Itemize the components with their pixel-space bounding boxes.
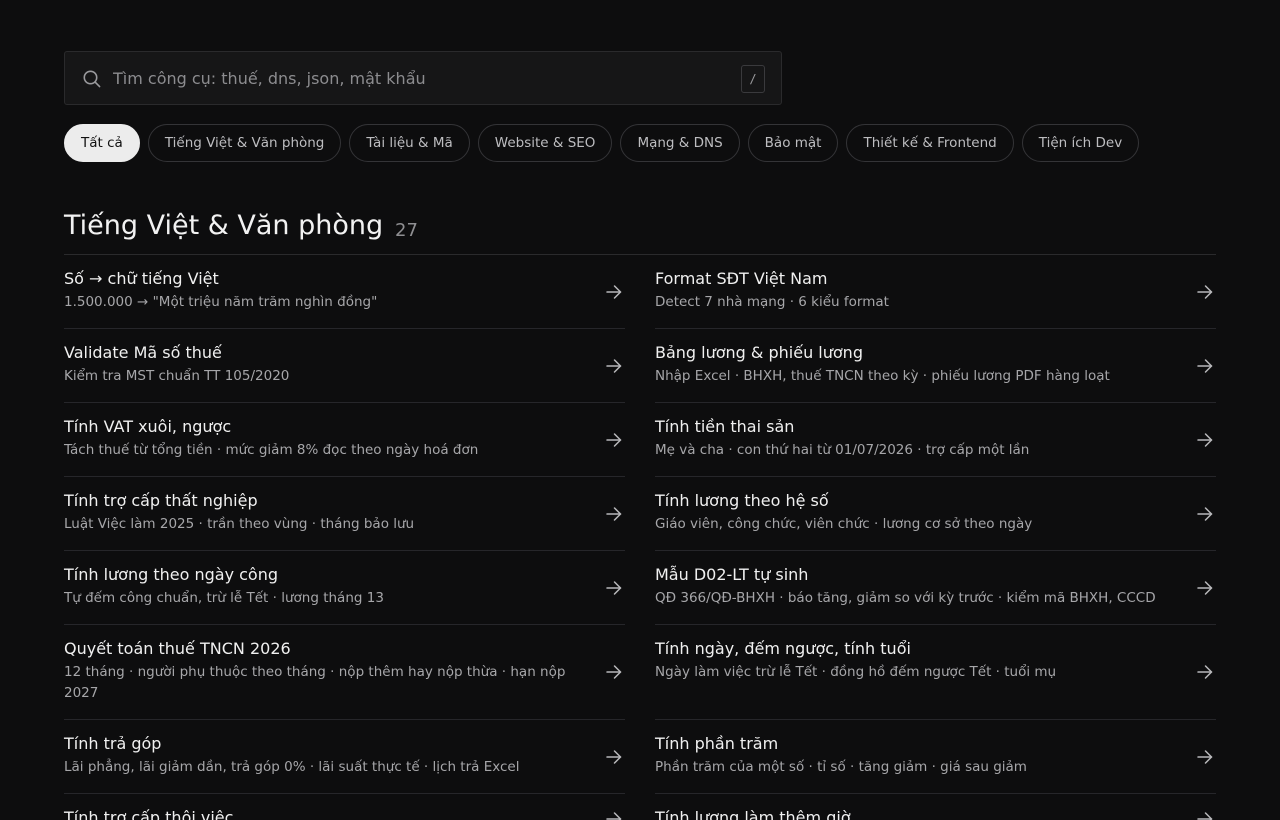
filter-chip[interactable]: Thiết kế & Frontend: [846, 124, 1014, 162]
tool-item[interactable]: Format SĐT Việt Nam Detect 7 nhà mạng · 6…: [655, 255, 1216, 329]
tool-title: Tính lương theo ngày công: [64, 565, 279, 584]
search-input[interactable]: [113, 52, 723, 104]
tool-item[interactable]: Tính lương theo hệ số Giáo viên, công chứ…: [655, 477, 1216, 551]
tool-title: Validate Mã số thuế: [64, 343, 222, 362]
tool-item[interactable]: Số → chữ tiếng Việt 1.500.000 → "Một triệ…: [64, 255, 625, 329]
arrow-right-icon: [1197, 665, 1213, 679]
arrow-right-icon: [1197, 432, 1213, 447]
section-title: Tiếng Việt & Văn phòng: [64, 210, 384, 241]
tool-item[interactable]: Mẫu D02-LT tự sinh QĐ 366/QĐ-BHXH · báo t…: [655, 551, 1216, 625]
tool-description: Kiểm tra MST chuẩn TT 105/2020: [64, 368, 290, 384]
tool-directory-page: / Tất cảTiếng Việt & Văn phòngTài liệu &…: [0, 0, 1280, 820]
filter-chip[interactable]: Bảo mật: [747, 124, 839, 162]
tool-title: Tính lương theo hệ số: [655, 491, 829, 510]
tool-item[interactable]: Bảng lương & phiếu lương Nhập Excel · BHX…: [655, 329, 1216, 403]
arrow-right-icon: [606, 358, 622, 373]
tool-title: Tính trả góp: [64, 734, 162, 753]
tool-title: Tính tiền thai sản: [655, 417, 795, 436]
section-count-badge: 27: [395, 220, 418, 241]
filter-chip[interactable]: Tài liệu & Mã: [349, 124, 470, 162]
tool-description: Phần trăm của một số · tỉ số · tăng giảm…: [655, 759, 1027, 775]
tool-item[interactable]: Tính trợ cấp thất nghiệp Luật Việc làm 20…: [64, 477, 625, 551]
section-header: Tiếng Việt & Văn phòng 27: [64, 206, 1216, 255]
tool-item[interactable]: Tính lương làm thêm giờ: [655, 794, 1216, 820]
arrow-right-icon: [606, 432, 622, 447]
tool-description: 12 tháng · người phụ thuộc theo tháng · …: [64, 664, 566, 701]
tool-title: Format SĐT Việt Nam: [655, 269, 828, 288]
arrow-right-icon: [606, 506, 622, 521]
tool-description: Tự đếm công chuẩn, trừ lễ Tết · lương th…: [64, 590, 384, 606]
tool-title: Tính trợ cấp thôi việc: [64, 808, 234, 820]
tool-description: Mẹ và cha · con thứ hai từ 01/07/2026 · …: [655, 442, 1030, 458]
tool-item[interactable]: Tính phần trăm Phần trăm của một số · tỉ …: [655, 720, 1216, 794]
arrow-right-icon: [606, 749, 622, 764]
arrow-right-icon: [1197, 284, 1213, 299]
arrow-right-icon: [1197, 506, 1213, 521]
tool-description: Nhập Excel · BHXH, thuế TNCN theo kỳ · p…: [655, 368, 1110, 384]
category-filter-bar: Tất cả Tiếng Việt & Văn phòng Tài liệu & M…: [64, 124, 1140, 162]
arrow-right-icon: [1197, 580, 1213, 595]
filter-chip[interactable]: Tiếng Việt & Văn phòng: [147, 124, 342, 162]
tool-item[interactable]: Validate Mã số thuế Kiểm tra MST chuẩn TT…: [64, 329, 625, 403]
tool-item[interactable]: Tính VAT xuôi, ngược Tách thuế từ tổng ti…: [64, 403, 625, 477]
tool-title: Quyết toán thuế TNCN 2026: [64, 639, 291, 658]
tool-description: Giáo viên, công chức, viên chức · lương …: [655, 516, 1033, 532]
keyboard-shortcut-badge: /: [741, 65, 765, 93]
search-box[interactable]: /: [64, 51, 782, 105]
arrow-right-icon: [606, 284, 622, 299]
tool-title: Tính phần trăm: [655, 734, 779, 753]
tool-title: Tính lương làm thêm giờ: [655, 808, 851, 820]
tool-title: Mẫu D02-LT tự sinh: [655, 565, 809, 584]
arrow-right-icon: [1197, 811, 1213, 820]
tool-title: Tính ngày, đếm ngược, tính tuổi: [655, 639, 911, 658]
tool-item[interactable]: Tính lương theo ngày công Tự đếm công chu…: [64, 551, 625, 625]
arrow-right-icon: [1197, 358, 1213, 373]
filter-chip[interactable]: Tất cả: [64, 124, 140, 162]
filter-chip[interactable]: Tiện ích Dev: [1021, 124, 1140, 162]
filter-chip[interactable]: Mạng & DNS: [620, 124, 740, 162]
search-icon: [83, 70, 101, 88]
tool-item[interactable]: Tính ngày, đếm ngược, tính tuổi Ngày làm …: [655, 625, 1216, 720]
filter-chip[interactable]: Website & SEO: [477, 124, 613, 162]
tool-description: Lãi phẳng, lãi giảm dần, trả góp 0% · lã…: [64, 759, 520, 775]
tool-description: Tách thuế từ tổng tiền · mức giảm 8% đọc…: [64, 442, 479, 458]
tool-title: Tính trợ cấp thất nghiệp: [64, 491, 258, 510]
tool-description: QĐ 366/QĐ-BHXH · báo tăng, giảm so với k…: [655, 590, 1156, 606]
tool-item[interactable]: Tính trả góp Lãi phẳng, lãi giảm dần, trả…: [64, 720, 625, 794]
tool-description: Luật Việc làm 2025 · trần theo vùng · th…: [64, 516, 415, 532]
tool-item[interactable]: Tính tiền thai sản Mẹ và cha · con thứ ha…: [655, 403, 1216, 477]
tool-title: Bảng lương & phiếu lương: [655, 343, 863, 362]
tool-description: Detect 7 nhà mạng · 6 kiểu format: [655, 294, 889, 310]
arrow-right-icon: [606, 811, 622, 820]
tool-description: Ngày làm việc trừ lễ Tết · đồng hồ đếm n…: [655, 664, 1057, 680]
arrow-right-icon: [606, 580, 622, 595]
tool-list: Số → chữ tiếng Việt 1.500.000 → "Một triệ…: [64, 255, 1216, 820]
arrow-right-icon: [1197, 749, 1213, 764]
tool-title: Tính VAT xuôi, ngược: [64, 417, 232, 436]
tool-item[interactable]: Tính trợ cấp thôi việc: [64, 794, 625, 820]
arrow-right-icon: [606, 665, 622, 679]
tool-title: Số → chữ tiếng Việt: [64, 269, 219, 288]
tool-description: 1.500.000 → "Một triệu năm trăm nghìn đồ…: [64, 294, 378, 310]
tool-item[interactable]: Quyết toán thuế TNCN 2026 12 tháng · ngườ…: [64, 625, 625, 720]
